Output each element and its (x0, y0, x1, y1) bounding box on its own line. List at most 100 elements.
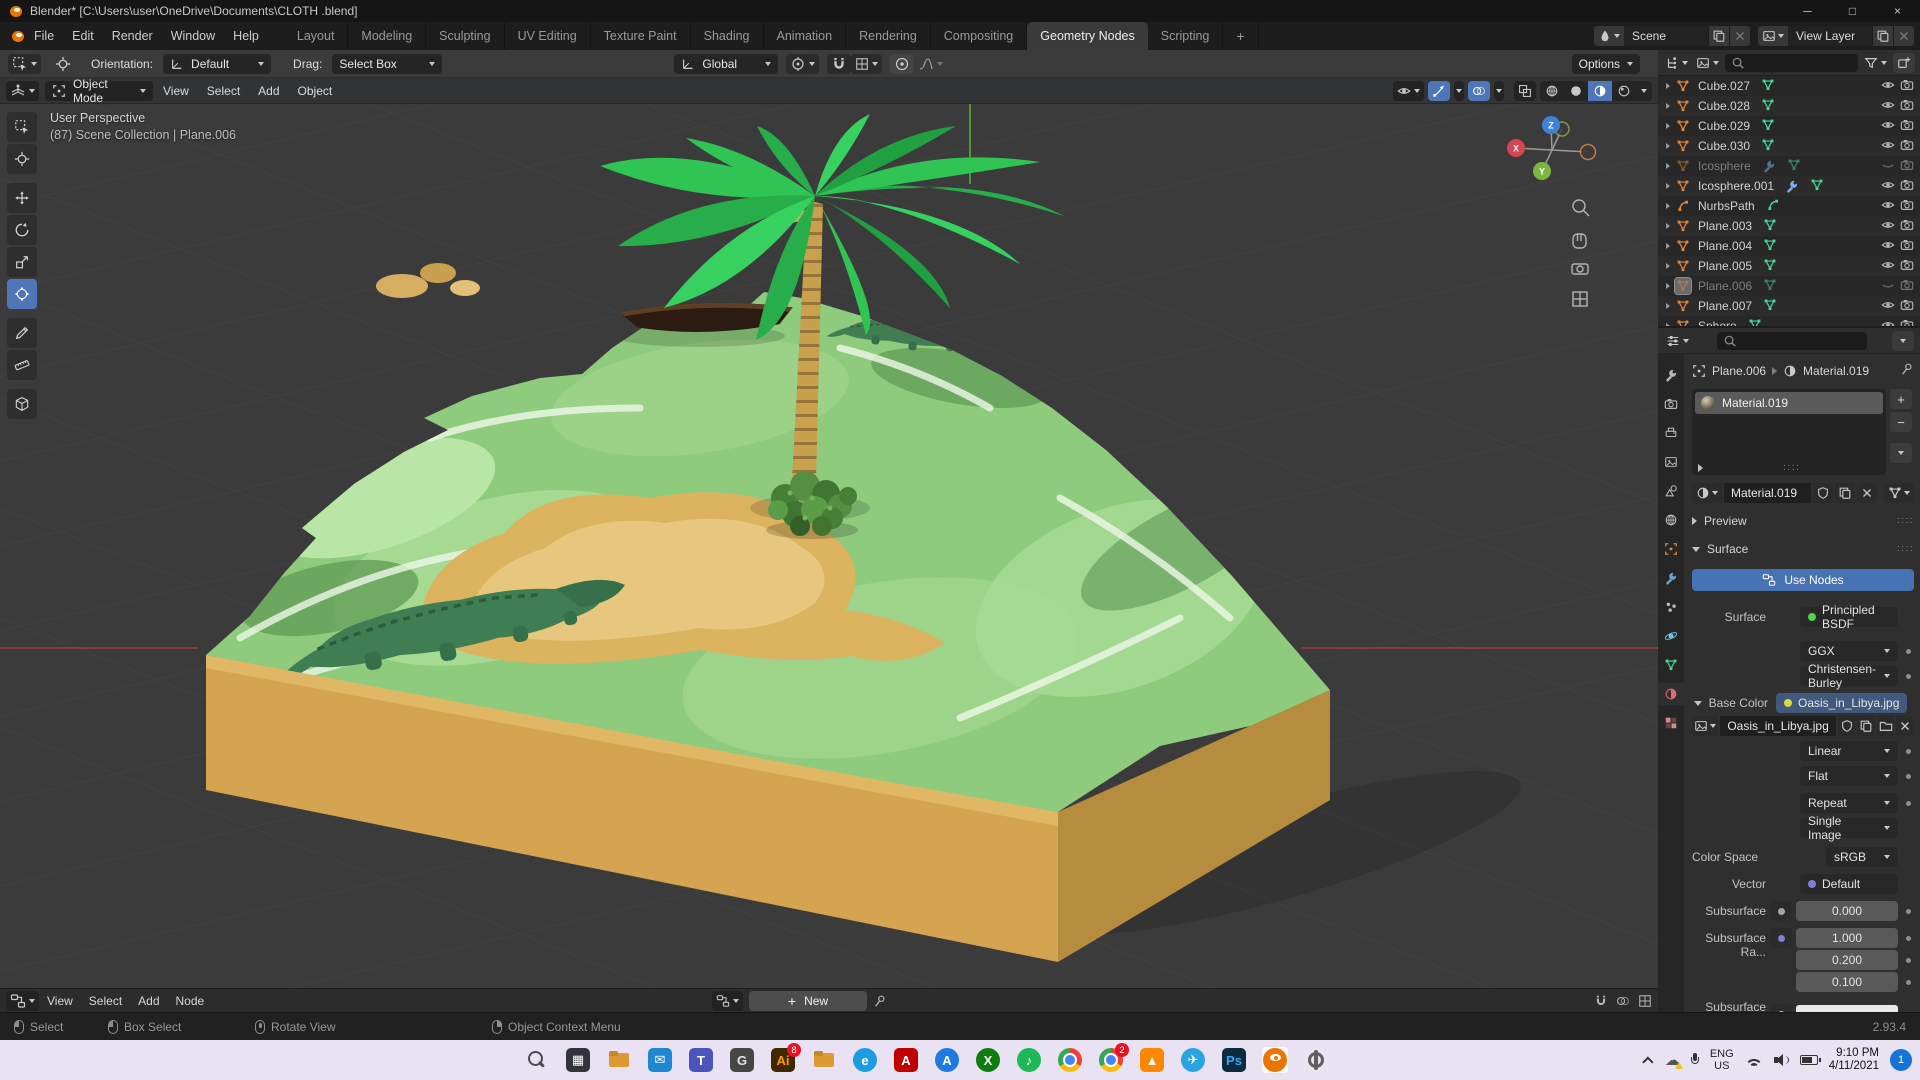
tab-rendering[interactable]: Rendering (846, 22, 931, 50)
panel-surface[interactable]: Surface (1692, 539, 1914, 559)
zoom-tool-icon[interactable] (1573, 200, 1589, 216)
viewport-menu-add[interactable]: Add (250, 78, 287, 103)
render-visibility-toggle[interactable] (1900, 158, 1914, 175)
disclosure-icon[interactable] (1666, 223, 1670, 229)
object-name[interactable]: Plane.005 (1698, 259, 1752, 273)
projection-dropdown[interactable]: Flat (1800, 766, 1898, 786)
image-name-field[interactable]: Oasis_in_Libya.jpg (1720, 716, 1835, 736)
show-gizmo-toggle[interactable] (1428, 81, 1450, 101)
object-name[interactable]: Icosphere.001 (1698, 179, 1774, 193)
node-menu-view[interactable]: View (39, 989, 81, 1012)
outliner-row[interactable]: Plane.004 (1658, 236, 1920, 256)
tab-modeling[interactable]: Modeling (348, 22, 426, 50)
viewport-menu-select[interactable]: Select (199, 78, 248, 103)
subsurface-radius-socket-toggle[interactable] (1770, 928, 1792, 948)
use-nodes-button[interactable]: Use Nodes (1692, 569, 1914, 591)
pan-hand-icon[interactable] (1573, 234, 1586, 248)
menu-edit[interactable]: Edit (63, 22, 103, 50)
menu-render[interactable]: Render (103, 22, 162, 50)
new-collection-button[interactable] (1893, 53, 1915, 73)
shading-wireframe-button[interactable] (1540, 81, 1564, 101)
decorator-icon[interactable] (1906, 774, 1911, 779)
object-name[interactable]: Cube.030 (1698, 139, 1750, 153)
hide-toggle[interactable] (1881, 298, 1895, 315)
unlink-image-button[interactable] (1896, 716, 1914, 736)
tool-annotate[interactable] (7, 318, 37, 348)
toggle-xray-button[interactable] (1514, 81, 1536, 101)
tool-rotate[interactable] (7, 215, 37, 245)
tab-object-data[interactable] (1658, 654, 1684, 676)
outliner-row[interactable]: Plane.005 (1658, 256, 1920, 276)
tab-scripting[interactable]: Scripting (1148, 22, 1224, 50)
viewport-canvas[interactable]: Z X Y (0, 78, 1658, 988)
render-visibility-toggle[interactable] (1900, 118, 1914, 135)
language-indicator[interactable]: ENGUS (1710, 1048, 1734, 1072)
snap-icon[interactable] (1594, 994, 1608, 1008)
hide-toggle[interactable] (1881, 78, 1895, 95)
transform-orientation-dropdown[interactable]: Global (674, 54, 778, 74)
perspective-toggle-icon[interactable] (1573, 292, 1587, 306)
pivot-point-dropdown[interactable] (786, 54, 819, 74)
render-visibility-toggle[interactable] (1900, 258, 1914, 275)
tab-modifiers[interactable] (1658, 567, 1684, 589)
taskbar-app-icon[interactable]: G (728, 1046, 756, 1074)
decorator-icon[interactable] (1906, 749, 1911, 754)
node-editor-type-selector[interactable] (6, 991, 39, 1011)
outliner-search-input[interactable] (1725, 54, 1858, 72)
render-visibility-toggle[interactable] (1900, 178, 1914, 195)
tool-options-icon[interactable] (51, 54, 75, 74)
outliner-editor-selector[interactable] (1663, 53, 1690, 73)
tool-move[interactable] (7, 183, 37, 213)
overlays-dropdown[interactable] (1494, 81, 1504, 101)
subsurface-radius-y[interactable]: 0.200 (1796, 950, 1898, 970)
disclosure-icon[interactable] (1666, 243, 1670, 249)
fake-user-toggle[interactable] (1838, 716, 1856, 736)
base-color-value-button[interactable]: Oasis_in_Libya.jpg (1776, 693, 1907, 713)
shading-solid-button[interactable] (1564, 81, 1588, 101)
viewport-menu-object[interactable]: Object (290, 78, 341, 103)
tab-physics[interactable] (1658, 625, 1684, 647)
view-layer-name[interactable]: View Layer (1788, 26, 1872, 46)
gizmo-dropdown[interactable] (1454, 81, 1464, 101)
tab-tool[interactable] (1658, 364, 1684, 386)
interpolation-dropdown[interactable]: Linear (1800, 741, 1898, 761)
blender-menu-icon[interactable] (10, 29, 25, 44)
tab-object[interactable] (1658, 538, 1684, 560)
object-name[interactable]: NurbsPath (1698, 199, 1755, 213)
breadcrumb-object[interactable]: Plane.006 (1712, 364, 1766, 378)
snapping-dropdown[interactable] (851, 54, 882, 74)
taskbar-app-icon[interactable]: ▲ (1138, 1046, 1166, 1074)
hide-toggle[interactable] (1881, 238, 1895, 255)
taskbar-app-icon[interactable]: ♪ (1015, 1046, 1043, 1074)
options-dropdown[interactable]: Options (1572, 54, 1640, 74)
unlink-material-button[interactable] (1857, 483, 1877, 503)
wifi-icon[interactable] (1745, 1054, 1763, 1067)
hide-toggle[interactable] (1881, 218, 1895, 235)
clock[interactable]: 9:10 PM4/11/2021 (1829, 1047, 1879, 1073)
tab-material[interactable] (1658, 683, 1684, 705)
crocodile-right[interactable] (1113, 328, 1308, 432)
base-color-expand-icon[interactable] (1694, 701, 1702, 706)
outliner-row[interactable]: Icosphere.001 (1658, 176, 1920, 196)
render-visibility-toggle[interactable] (1900, 98, 1914, 115)
material-specials-dropdown[interactable] (1890, 443, 1912, 463)
tool-transform[interactable] (7, 279, 37, 309)
breadcrumb-material[interactable]: Material.019 (1803, 364, 1869, 378)
browse-image-dropdown[interactable] (1692, 716, 1718, 736)
tab-sculpting[interactable]: Sculpting (426, 22, 504, 50)
view-layer-selector[interactable]: View Layer (1758, 26, 1914, 46)
proportional-editing-toggle[interactable] (890, 54, 914, 74)
shading-material-preview-button[interactable] (1588, 81, 1612, 101)
camera-view-icon[interactable] (1572, 264, 1588, 274)
taskbar-app-icon[interactable]: A (892, 1046, 920, 1074)
object-name[interactable]: Plane.004 (1698, 239, 1752, 253)
subsurface-radius-x[interactable]: 1.000 (1796, 928, 1898, 948)
render-visibility-toggle[interactable] (1900, 78, 1914, 95)
pin-icon[interactable] (873, 994, 887, 1008)
taskbar-app-icon[interactable] (1302, 1046, 1330, 1074)
surface-shader-button[interactable]: Principled BSDF (1800, 607, 1898, 627)
disclosure-icon[interactable] (1666, 123, 1670, 129)
tab-texture-paint[interactable]: Texture Paint (591, 22, 691, 50)
tab-animation[interactable]: Animation (764, 22, 847, 50)
subsurface-color-swatch[interactable] (1796, 1005, 1898, 1012)
